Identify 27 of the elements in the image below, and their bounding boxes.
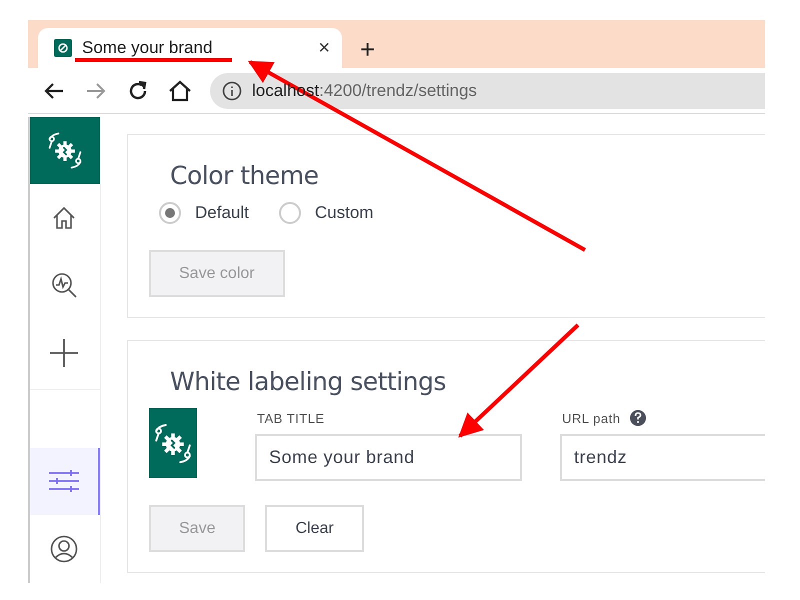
new-tab-button[interactable]: + bbox=[360, 36, 376, 62]
home-icon bbox=[51, 204, 77, 231]
field-label: URL path bbox=[562, 410, 620, 426]
input-field[interactable]: Some your brand bbox=[255, 434, 522, 481]
plus-icon bbox=[49, 338, 79, 368]
home-icon[interactable] bbox=[168, 78, 192, 102]
section-title: Color theme bbox=[170, 161, 320, 190]
section-title: White labeling settings bbox=[170, 367, 447, 396]
favicon-icon bbox=[54, 39, 72, 57]
close-tab-button[interactable]: × bbox=[318, 36, 330, 60]
radio-label: Default bbox=[195, 203, 249, 223]
info-icon bbox=[222, 80, 242, 100]
action-button[interactable]: Clear bbox=[265, 505, 364, 552]
sidebar-item[interactable] bbox=[30, 448, 100, 516]
radio-button[interactable] bbox=[159, 202, 181, 224]
field-label: TAB TITLE bbox=[257, 411, 326, 426]
tab-title: Some your brand bbox=[82, 38, 214, 58]
logo-preview[interactable] bbox=[149, 408, 197, 478]
sliders-icon bbox=[49, 469, 79, 494]
user-icon bbox=[50, 535, 78, 564]
input-field[interactable]: trendz bbox=[560, 434, 765, 481]
help-icon[interactable] bbox=[630, 410, 646, 426]
radio-label: Custom bbox=[314, 203, 374, 223]
app-logo[interactable] bbox=[30, 117, 100, 184]
radio-button[interactable] bbox=[278, 202, 301, 224]
browser-tab[interactable]: Some your brand × bbox=[38, 28, 342, 68]
search-icon bbox=[50, 271, 78, 300]
